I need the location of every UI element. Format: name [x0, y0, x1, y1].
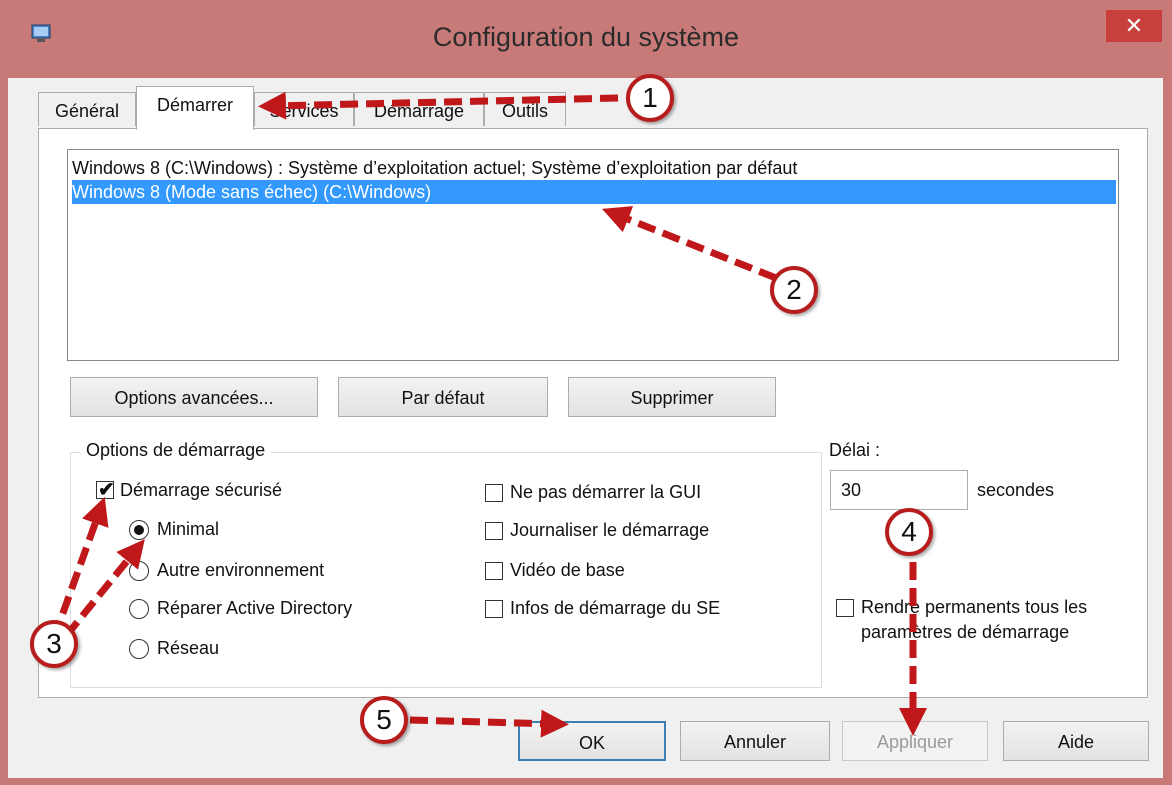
annotation-arrow-1	[258, 91, 619, 120]
annotation-arrow-5	[409, 709, 569, 738]
annotation-arrow-3b	[63, 539, 145, 639]
annotation-marker-2: 2	[770, 266, 818, 314]
annotation-marker-3: 3	[30, 620, 78, 668]
annotation-marker-5: 5	[360, 696, 408, 744]
annotation-arrows	[50, 91, 927, 738]
annotation-marker-1: 1	[626, 74, 674, 122]
annotation-arrow-3a	[50, 496, 109, 640]
annotation-marker-4: 4	[885, 508, 933, 556]
annotation-arrow-2	[601, 206, 778, 282]
